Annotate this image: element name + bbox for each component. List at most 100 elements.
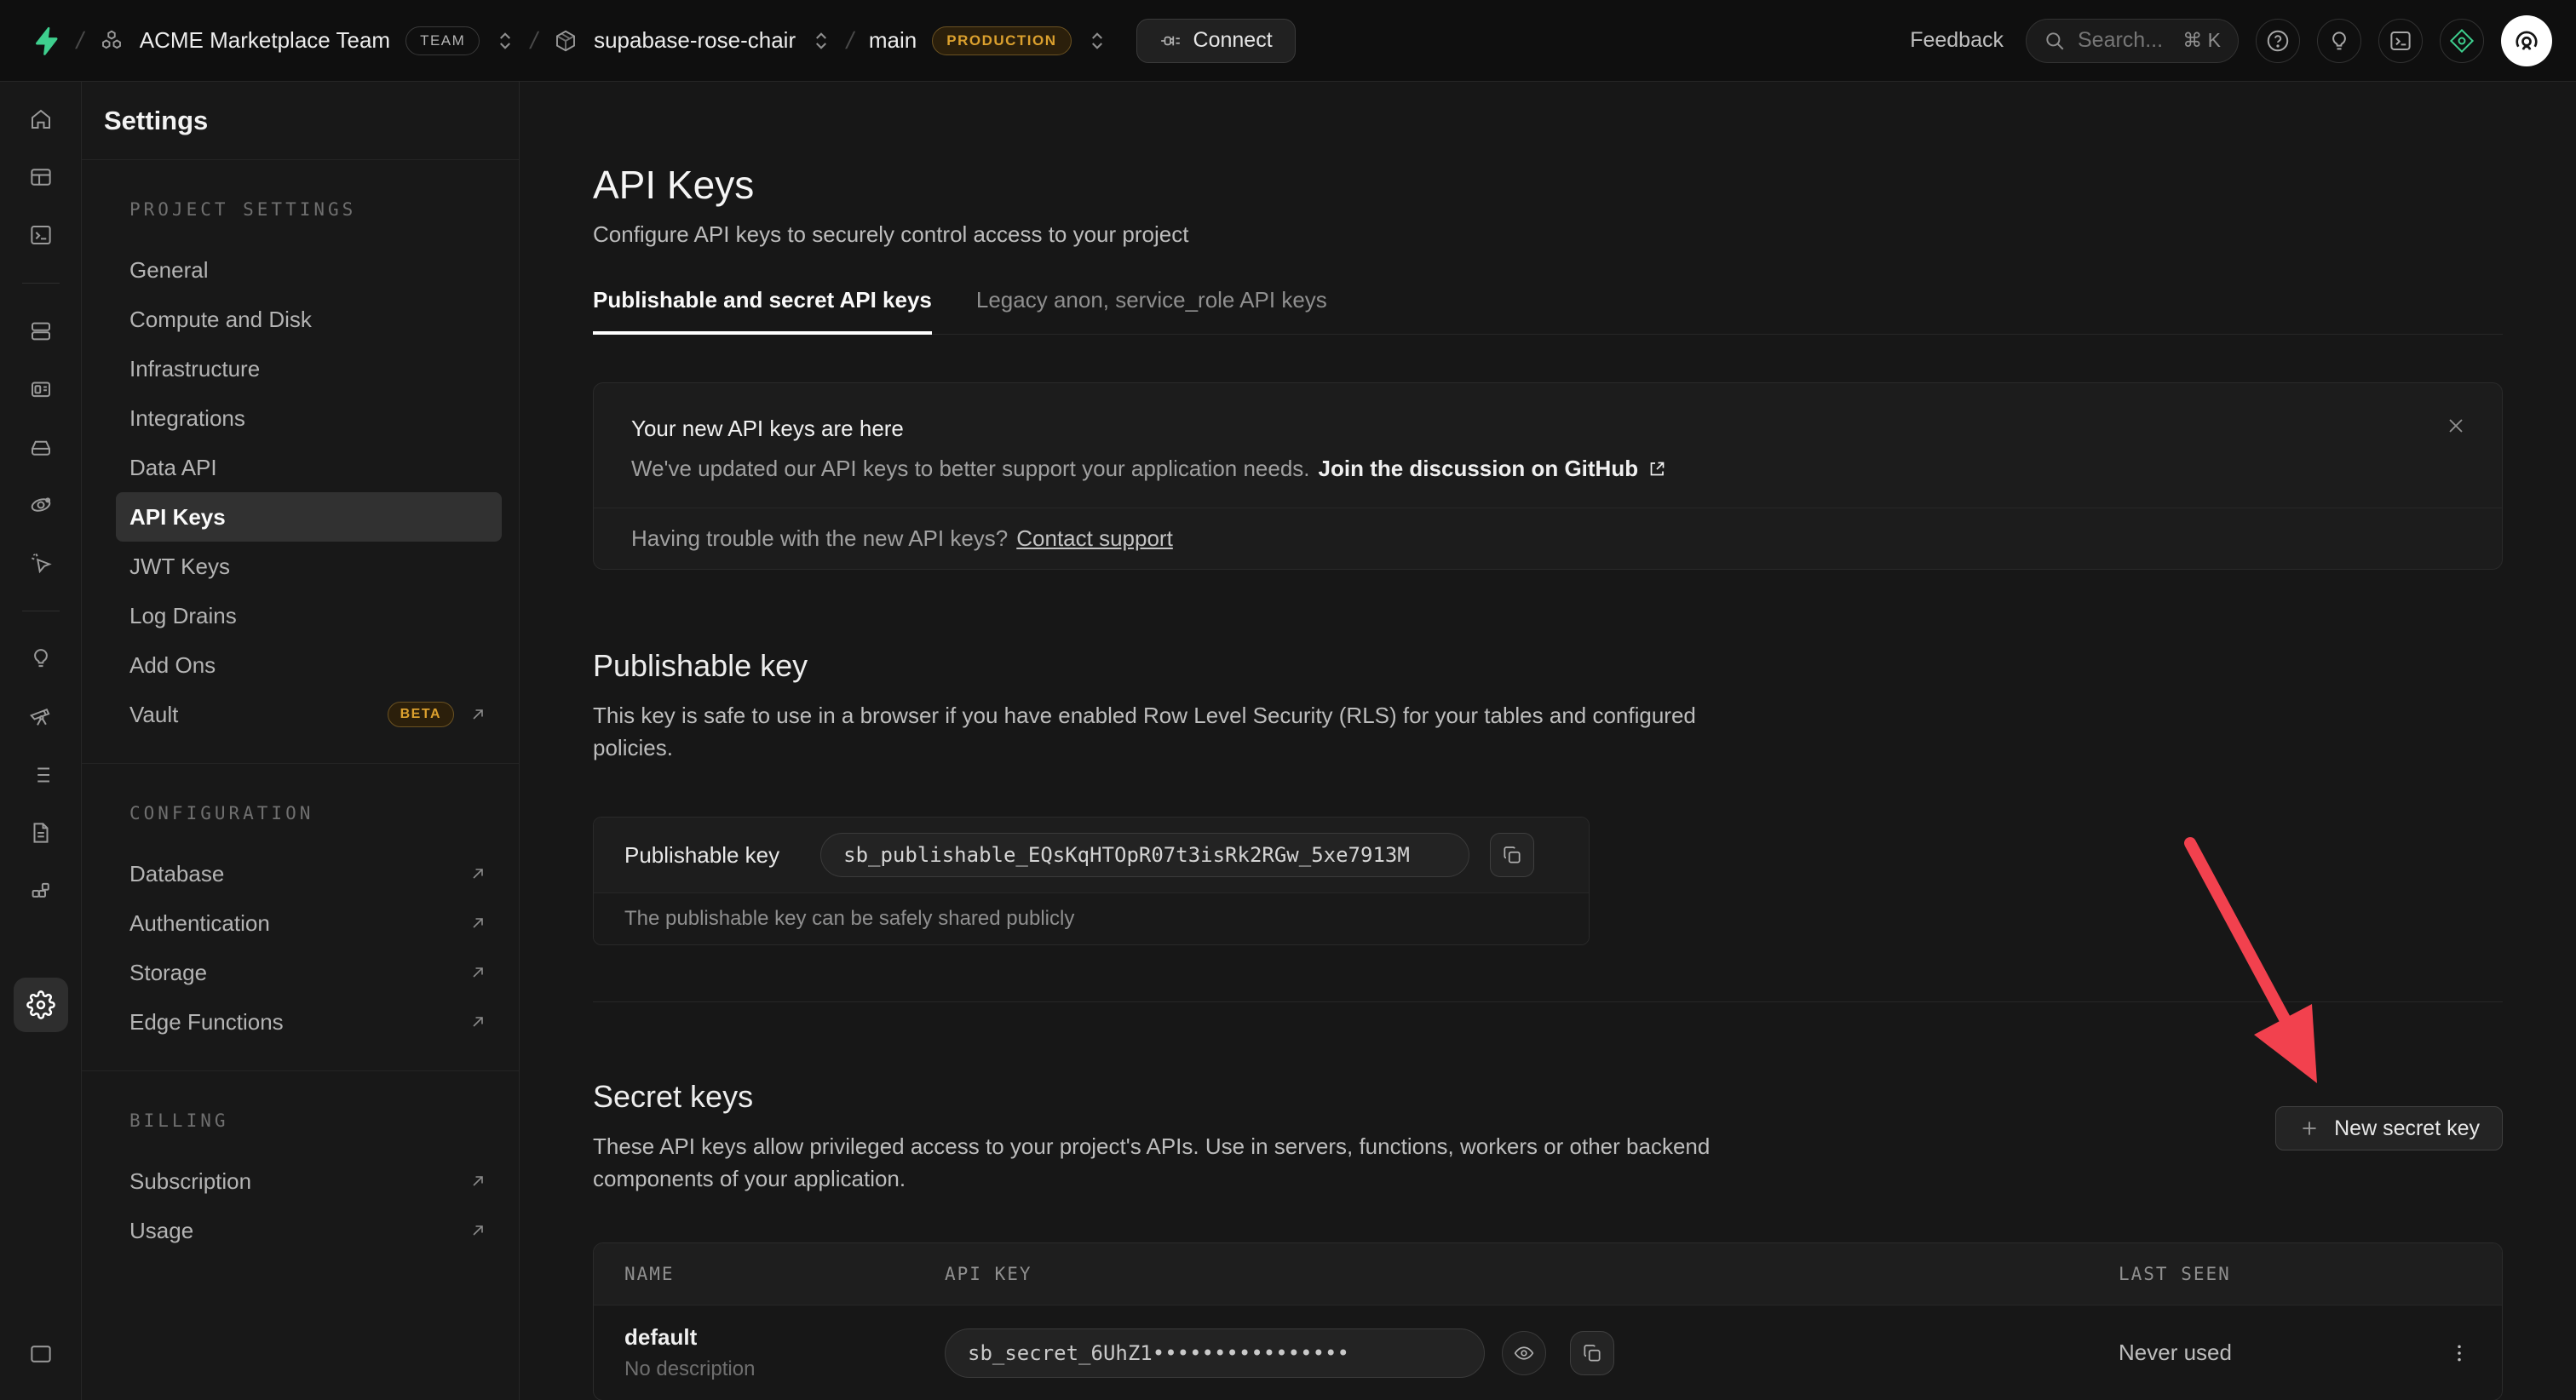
branch-switcher-chevrons[interactable] [1087, 31, 1107, 51]
copy-secret-key-button[interactable] [1570, 1331, 1614, 1375]
new-secret-key-button[interactable]: New secret key [2275, 1106, 2503, 1150]
search-input[interactable]: Search... ⌘ K [2026, 19, 2239, 63]
contact-support-link[interactable]: Contact support [1016, 525, 1173, 552]
sidebar-item-general[interactable]: General [116, 245, 502, 295]
row-menu-ellipsis-icon[interactable] [2417, 1341, 2502, 1365]
secret-key-value[interactable]: sb_secret_6UhZ1•••••••••••••••• [945, 1328, 1485, 1378]
tab-bar: Publishable and secret API keys Legacy a… [593, 287, 2503, 335]
project-box-icon [553, 28, 578, 54]
breadcrumb-separator: / [844, 27, 857, 55]
breadcrumb-separator: / [74, 27, 87, 55]
project-name[interactable]: supabase-rose-chair [594, 27, 796, 54]
search-placeholder: Search... [2078, 28, 2163, 53]
sidebar-item-storage[interactable]: Storage [116, 948, 502, 997]
external-link-icon [468, 962, 488, 983]
realtime-icon[interactable] [24, 488, 58, 522]
sidebar-item-add-ons[interactable]: Add Ons [116, 640, 502, 690]
copy-publishable-key-button[interactable] [1490, 833, 1534, 877]
section-heading: CONFIGURATION [116, 803, 502, 823]
user-avatar[interactable] [2501, 15, 2552, 66]
sidebar-item-data-api[interactable]: Data API [116, 443, 502, 492]
branch-name[interactable]: main [869, 27, 917, 54]
reveal-key-button[interactable] [1502, 1331, 1546, 1375]
sidebar-item-infrastructure[interactable]: Infrastructure [116, 344, 502, 393]
last-seen-value: Never used [2102, 1340, 2417, 1366]
telescope-icon[interactable] [24, 700, 58, 734]
home-icon[interactable] [24, 102, 58, 136]
sidebar-title: Settings [104, 106, 208, 136]
sidebar-item-vault[interactable]: Vault BETA [116, 690, 502, 739]
org-name[interactable]: ACME Marketplace Team [140, 27, 390, 54]
organization-icon [99, 28, 124, 54]
new-api-keys-banner: Your new API keys are here We've updated… [593, 382, 2503, 570]
external-link-icon [468, 704, 488, 725]
top-bar: / ACME Marketplace Team TEAM / supabase-… [0, 0, 2576, 82]
section-heading: PROJECT SETTINGS [116, 199, 502, 220]
external-link-icon [468, 1220, 488, 1241]
section-divider [593, 1001, 2503, 1002]
collapse-sidebar-icon[interactable] [24, 1337, 58, 1371]
section-configuration: CONFIGURATION Database Authentication St… [82, 764, 519, 1071]
sidebar-item-log-drains[interactable]: Log Drains [116, 591, 502, 640]
banner-title: Your new API keys are here [631, 416, 2464, 442]
secret-keys-heading: Secret keys [593, 1079, 2503, 1115]
sidebar-item-subscription[interactable]: Subscription [116, 1156, 502, 1206]
sidebar-item-api-keys[interactable]: API Keys [116, 492, 502, 542]
connect-button[interactable]: Connect [1136, 19, 1296, 63]
authentication-icon[interactable] [24, 372, 58, 406]
column-name: NAME [594, 1264, 945, 1284]
table-editor-icon[interactable] [24, 160, 58, 194]
settings-sidebar: Settings PROJECT SETTINGS General Comput… [82, 82, 520, 1400]
project-settings-gear-icon[interactable] [14, 978, 68, 1032]
tab-publishable-secret-keys[interactable]: Publishable and secret API keys [593, 287, 932, 334]
api-docs-icon[interactable] [24, 816, 58, 850]
feedback-link[interactable]: Feedback [1910, 28, 2004, 53]
assistant-button[interactable] [2440, 19, 2484, 63]
storage-icon[interactable] [24, 430, 58, 464]
sidebar-item-usage[interactable]: Usage [116, 1206, 502, 1255]
sidebar-item-edge-functions[interactable]: Edge Functions [116, 997, 502, 1047]
publishable-key-heading: Publishable key [593, 648, 2503, 684]
external-link-icon [468, 864, 488, 884]
banner-footer: Having trouble with the new API keys? Co… [594, 508, 2502, 569]
reports-lightbulb-icon[interactable] [24, 642, 58, 676]
database-icon[interactable] [24, 314, 58, 348]
main-content: API Keys Configure API keys to securely … [520, 82, 2576, 1400]
project-switcher-chevrons[interactable] [811, 31, 831, 51]
section-heading: BILLING [116, 1110, 502, 1131]
external-link-icon [468, 1012, 488, 1032]
sidebar-title-bar: Settings [82, 82, 519, 160]
sidebar-item-compute-and-disk[interactable]: Compute and Disk [116, 295, 502, 344]
integrations-blocks-icon[interactable] [24, 874, 58, 908]
close-icon[interactable] [2444, 414, 2468, 438]
help-button[interactable] [2256, 19, 2300, 63]
sidebar-item-database[interactable]: Database [116, 849, 502, 898]
secret-keys-description: These API keys allow privileged access t… [593, 1130, 1751, 1195]
sidebar-item-jwt-keys[interactable]: JWT Keys [116, 542, 502, 591]
publishable-key-value[interactable]: sb_publishable_EQsKqHTOpR07t3isRk2RGw_5x… [820, 833, 1469, 877]
lightbulb-button[interactable] [2317, 19, 2361, 63]
search-shortcut: ⌘ K [2182, 29, 2221, 52]
terminal-button[interactable] [2378, 19, 2423, 63]
supabase-dashboard: / ACME Marketplace Team TEAM / supabase-… [0, 0, 2576, 1400]
beta-badge: BETA [388, 702, 454, 727]
publishable-key-field-label: Publishable key [624, 842, 779, 869]
tab-legacy-keys[interactable]: Legacy anon, service_role API keys [976, 287, 1327, 334]
breadcrumb-separator: / [528, 27, 541, 55]
advisors-icon[interactable] [24, 546, 58, 580]
publishable-key-description: This key is safe to use in a browser if … [593, 699, 1717, 764]
search-icon [2044, 30, 2066, 52]
org-switcher-chevrons[interactable] [495, 31, 515, 51]
logs-list-icon[interactable] [24, 758, 58, 792]
column-api-key: API KEY [945, 1264, 2102, 1284]
sidebar-item-integrations[interactable]: Integrations [116, 393, 502, 443]
sidebar-item-authentication[interactable]: Authentication [116, 898, 502, 948]
secret-keys-header: Secret keys These API keys allow privile… [593, 1079, 2503, 1195]
org-plan-badge: TEAM [405, 26, 480, 55]
supabase-logo-icon[interactable] [31, 26, 61, 56]
rail-divider [22, 283, 60, 284]
sql-editor-icon[interactable] [24, 218, 58, 252]
table-row: default No description sb_secret_6UhZ1••… [594, 1305, 2502, 1400]
section-billing: BILLING Subscription Usage [82, 1071, 519, 1279]
github-discussion-link[interactable]: Join the discussion on GitHub [1319, 456, 1668, 482]
